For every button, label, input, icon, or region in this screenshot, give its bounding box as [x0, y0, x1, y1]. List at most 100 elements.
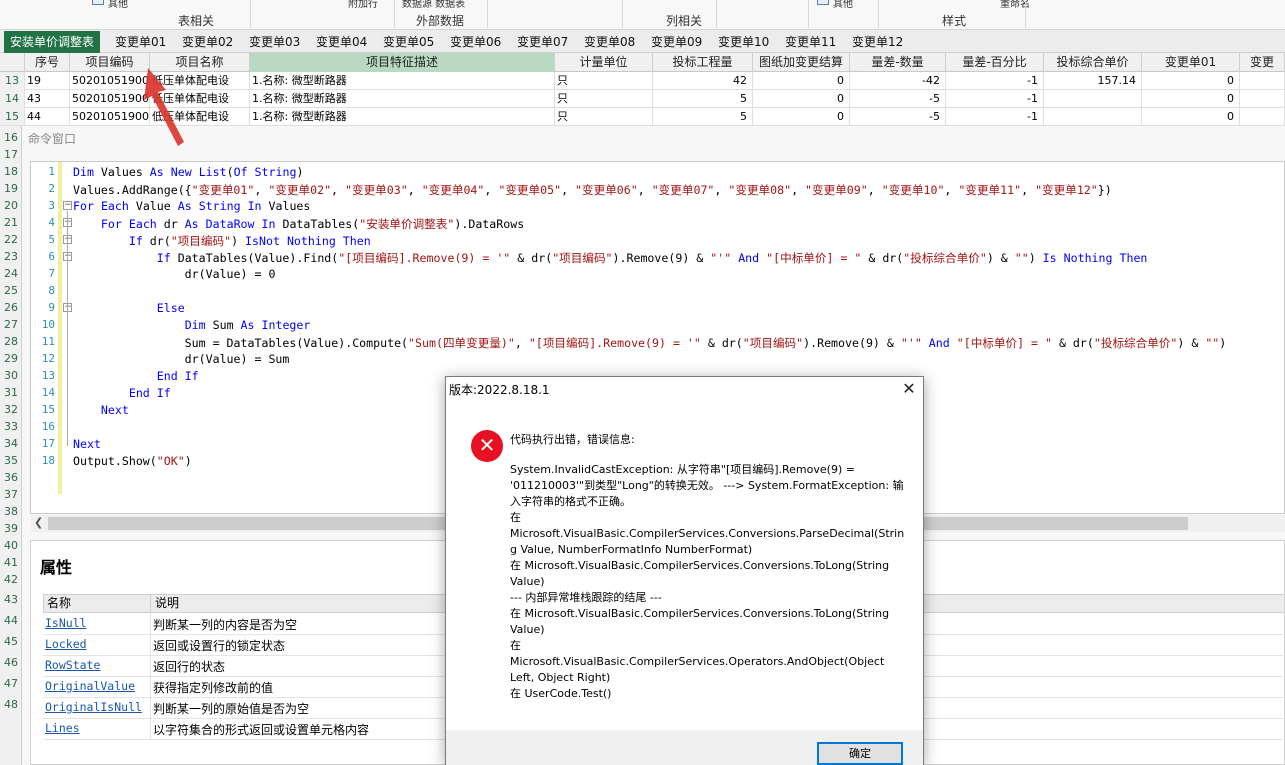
row-number[interactable]: 34: [0, 437, 22, 450]
code-line[interactable]: End If: [73, 386, 171, 400]
row-number[interactable]: 16: [0, 131, 22, 144]
ribbon-fragment-append-row[interactable]: 附加行: [348, 0, 378, 10]
row-number[interactable]: 15: [0, 108, 25, 125]
column-header[interactable]: 项目编码: [70, 53, 150, 72]
column-header[interactable]: 序号: [25, 53, 70, 72]
row-number[interactable]: 35: [0, 454, 22, 467]
table-cell[interactable]: 0: [753, 90, 850, 108]
table-cell[interactable]: 5: [653, 90, 753, 108]
code-line[interactable]: dr(Value) = 0: [73, 267, 276, 281]
code-line[interactable]: For Each Value As String In Values: [73, 199, 310, 213]
table-cell[interactable]: 0: [753, 108, 850, 125]
table-cell[interactable]: 1.名称: 微型断路器: [250, 108, 555, 125]
row-number[interactable]: 21: [0, 216, 22, 229]
ribbon-fragment-other-1[interactable]: 其他: [108, 0, 128, 10]
property-link[interactable]: OriginalIsNull: [45, 700, 142, 714]
table-cell[interactable]: 1.名称: 微型断路器: [250, 90, 555, 108]
code-line[interactable]: Dim Sum As Integer: [73, 318, 311, 332]
table-cell[interactable]: 0: [1142, 90, 1240, 108]
table-cell[interactable]: 44: [25, 108, 70, 125]
row-number[interactable]: 38: [0, 505, 22, 518]
row-number[interactable]: 46: [0, 656, 22, 669]
row-number[interactable]: 47: [0, 677, 22, 690]
code-line[interactable]: Next: [73, 403, 129, 417]
table-cell[interactable]: -1: [946, 90, 1044, 108]
row-number[interactable]: 43: [0, 593, 22, 606]
ribbon-fragment-other-2[interactable]: 其他: [833, 0, 853, 10]
table-cell[interactable]: 157.14: [1044, 72, 1142, 90]
property-link[interactable]: Locked: [45, 637, 87, 651]
table-cell[interactable]: 43: [25, 90, 70, 108]
row-number[interactable]: 27: [0, 318, 22, 331]
table-cell[interactable]: 502010519004: [70, 90, 150, 108]
other-icon[interactable]: [92, 0, 104, 5]
table-cell[interactable]: 1.名称: 微型断路器: [250, 72, 555, 90]
column-header[interactable]: 图纸加变更结算: [753, 53, 850, 72]
row-number[interactable]: 44: [0, 614, 22, 627]
table-cell[interactable]: [1044, 90, 1142, 108]
table-cell[interactable]: 5: [653, 108, 753, 125]
ok-button[interactable]: 确定: [817, 742, 903, 765]
table-cell[interactable]: 19: [25, 72, 70, 90]
table-cell[interactable]: 502010519004: [70, 72, 150, 90]
row-number[interactable]: 31: [0, 386, 22, 399]
tab-change-05[interactable]: 变更单05: [377, 31, 440, 53]
code-line[interactable]: dr(Value) = Sum: [73, 352, 290, 366]
tab-change-09[interactable]: 变更单09: [645, 31, 708, 53]
row-number[interactable]: 32: [0, 403, 22, 416]
tab-change-08[interactable]: 变更单08: [578, 31, 641, 53]
column-header-selected[interactable]: 项目特征描述: [250, 53, 555, 72]
tab-change-04[interactable]: 变更单04: [310, 31, 373, 53]
table-row[interactable]: 13 19 502010519004 低压单体配电设 1.名称: 微型断路器 只…: [0, 72, 1285, 90]
table-cell[interactable]: -42: [850, 72, 946, 90]
tab-change-12[interactable]: 变更单12: [846, 31, 909, 53]
table-cell[interactable]: -5: [850, 108, 946, 125]
code-line[interactable]: End If: [73, 369, 199, 383]
row-number[interactable]: 25: [0, 284, 22, 297]
tab-change-07[interactable]: 变更单07: [511, 31, 574, 53]
row-number[interactable]: 19: [0, 182, 22, 195]
tab-install-price-adjust[interactable]: 安装单价调整表: [4, 31, 101, 53]
ribbon-fragment-datasource[interactable]: 数据源 数据表: [402, 0, 465, 10]
table-cell[interactable]: [1044, 108, 1142, 125]
table-cell[interactable]: 0: [1142, 72, 1240, 90]
code-line[interactable]: Next: [73, 437, 101, 451]
other-icon[interactable]: [817, 0, 829, 5]
code-line[interactable]: Sum = DataTables(Value).Compute("Sum(四单变…: [73, 335, 1227, 351]
row-number[interactable]: 24: [0, 267, 22, 280]
table-cell[interactable]: [1240, 90, 1285, 108]
row-number[interactable]: 29: [0, 352, 22, 365]
table-cell[interactable]: 0: [753, 72, 850, 90]
property-link[interactable]: Lines: [45, 721, 80, 735]
table-cell[interactable]: -5: [850, 90, 946, 108]
column-header[interactable]: 变更: [1240, 53, 1285, 72]
table-row[interactable]: 14 43 502010519004 低压单体配电设 1.名称: 微型断路器 只…: [0, 90, 1285, 108]
row-number[interactable]: 26: [0, 301, 22, 314]
table-cell[interactable]: -1: [946, 72, 1044, 90]
row-number[interactable]: 45: [0, 635, 22, 648]
row-number[interactable]: 20: [0, 199, 22, 212]
code-line[interactable]: If dr("项目编码") IsNot Nothing Then: [73, 233, 371, 249]
property-link[interactable]: IsNull: [45, 616, 87, 630]
row-number[interactable]: 30: [0, 369, 22, 382]
column-header[interactable]: 量差-数量: [850, 53, 946, 72]
column-header[interactable]: 投标工程量: [653, 53, 753, 72]
table-cell[interactable]: 42: [653, 72, 753, 90]
row-number[interactable]: 36: [0, 471, 22, 484]
table-cell[interactable]: 502010519005: [70, 108, 150, 125]
row-number[interactable]: 39: [0, 522, 22, 535]
code-line[interactable]: Values.AddRange({"变更单01", "变更单02", "变更单0…: [73, 182, 1112, 198]
row-number[interactable]: 13: [0, 72, 25, 90]
code-line[interactable]: Dim Values As New List(Of String): [73, 165, 303, 179]
tab-change-03[interactable]: 变更单03: [243, 31, 306, 53]
row-number[interactable]: 23: [0, 250, 22, 263]
row-number[interactable]: 48: [0, 698, 22, 711]
table-cell[interactable]: 只: [555, 108, 653, 125]
code-line[interactable]: Else: [73, 301, 185, 315]
table-cell[interactable]: [1240, 72, 1285, 90]
row-number[interactable]: 28: [0, 335, 22, 348]
row-number[interactable]: 42: [0, 573, 22, 586]
table-cell[interactable]: -1: [946, 108, 1044, 125]
tab-change-10[interactable]: 变更单10: [712, 31, 775, 53]
row-number[interactable]: 14: [0, 90, 25, 108]
